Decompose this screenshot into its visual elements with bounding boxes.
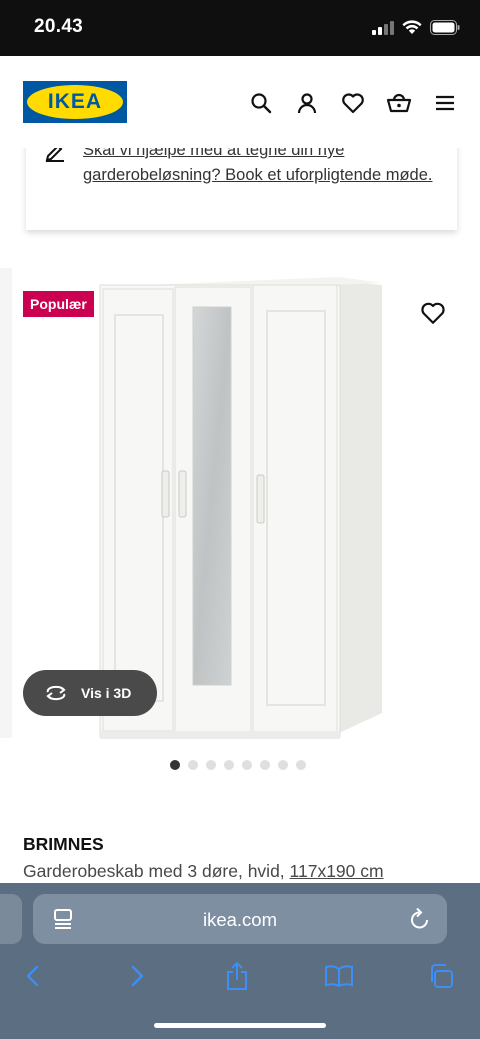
header-actions — [246, 88, 460, 118]
add-to-favourites-button[interactable] — [420, 300, 446, 326]
bookmarks-button[interactable] — [322, 959, 356, 993]
back-icon — [26, 965, 39, 987]
bookmarks-icon — [325, 965, 353, 988]
tabs-icon — [431, 964, 453, 988]
home-indicator[interactable] — [154, 1023, 326, 1028]
browser-toolbar — [0, 959, 480, 993]
pagination-dot[interactable] — [278, 760, 288, 770]
view-in-3d-button[interactable]: Vis i 3D — [23, 670, 157, 716]
pagination-dot[interactable] — [242, 760, 252, 770]
pagination-dot[interactable] — [188, 760, 198, 770]
tabs-button[interactable] — [424, 959, 458, 993]
site-header: IKEA — [0, 56, 480, 148]
pagination-dot[interactable] — [296, 760, 306, 770]
product-name: BRIMNES — [23, 834, 104, 854]
status-bar: 20.43 — [0, 0, 480, 56]
previous-image-peek — [0, 268, 12, 738]
product-size-link[interactable]: 117x190 cm — [290, 861, 384, 881]
user-icon[interactable] — [292, 88, 322, 118]
forward-icon — [131, 965, 144, 987]
heart-icon — [421, 302, 445, 324]
url-text: ikea.com — [202, 909, 278, 930]
view-in-3d-label: Vis i 3D — [81, 685, 132, 701]
share-icon — [227, 961, 247, 990]
wifi-icon — [402, 20, 422, 34]
logo-text: IKEA — [47, 90, 103, 113]
back-button[interactable] — [16, 959, 50, 993]
address-bar[interactable]: ikea.com — [33, 894, 447, 944]
pagination-dot[interactable] — [260, 760, 270, 770]
menu-icon[interactable] — [430, 88, 460, 118]
pagination-dot[interactable] — [170, 760, 180, 770]
pagination-dot[interactable] — [224, 760, 234, 770]
forward-button[interactable] — [120, 959, 154, 993]
previous-tab-peek[interactable] — [0, 894, 22, 944]
image-pagination — [170, 760, 306, 770]
status-icons — [372, 20, 460, 35]
search-icon[interactable] — [246, 88, 276, 118]
status-time: 20.43 — [34, 16, 84, 37]
signal-icon — [372, 20, 394, 35]
product-description: Garderobeskab med 3 døre, hvid, 117x190 … — [23, 861, 384, 882]
popular-badge: Populær — [23, 291, 94, 317]
battery-icon — [430, 20, 460, 35]
pagination-dot[interactable] — [206, 760, 216, 770]
heart-icon[interactable] — [338, 88, 368, 118]
reload-icon[interactable] — [409, 906, 431, 930]
rotate-3d-icon — [46, 685, 66, 701]
browser-bar: ikea.com — [0, 883, 480, 1039]
share-button[interactable] — [220, 959, 254, 993]
basket-icon[interactable] — [384, 88, 414, 118]
product-description-text: Garderobeskab med 3 døre, hvid, — [23, 861, 285, 881]
ikea-logo[interactable]: IKEA — [23, 81, 127, 123]
